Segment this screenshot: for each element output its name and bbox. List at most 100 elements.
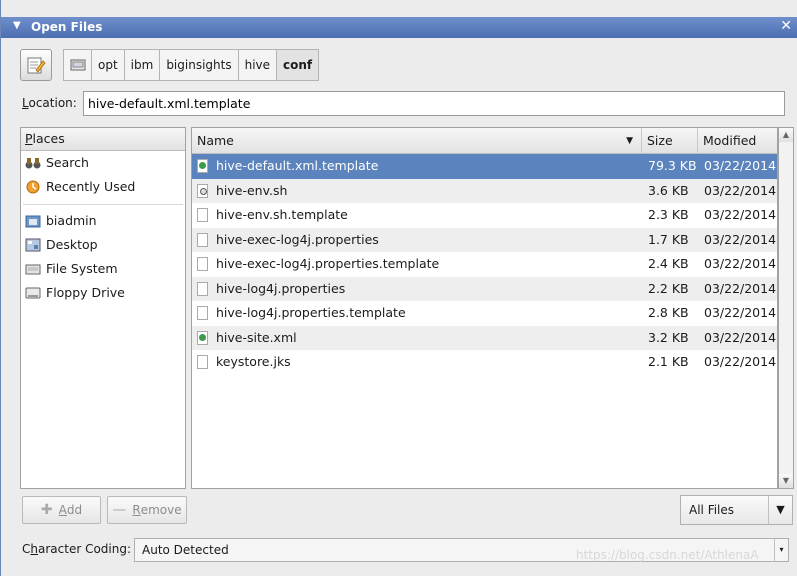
file-name: hive-default.xml.template [216, 158, 379, 173]
coding-selected-value: Auto Detected [142, 543, 229, 557]
file-size: 2.3 KB [648, 207, 689, 222]
file-modified: 03/22/2014 [704, 329, 777, 345]
home-folder-icon [25, 215, 41, 228]
path-crumb-ibm[interactable]: ibm [123, 49, 160, 81]
file-size: 2.4 KB [648, 256, 689, 271]
place-item-recently-used[interactable]: Recently Used [21, 175, 185, 199]
file-row-hive-exec-log4j-properties[interactable]: hive-exec-log4j.properties 1.7 KB 03/22/… [192, 227, 777, 252]
path-crumb-conf[interactable]: conf [276, 49, 320, 81]
file-name: hive-env.sh [216, 182, 288, 198]
column-header-size[interactable]: Size [642, 128, 698, 154]
path-bar: opt ibm biginsights hive conf [63, 49, 320, 81]
sort-down-icon: ▼ [626, 136, 633, 146]
coding-label-text: aracter Coding: [38, 542, 132, 556]
scroll-down-icon[interactable]: ▼ [779, 474, 793, 488]
places-pane: Places Search Recently Used biadmin Desk… [20, 127, 186, 489]
path-crumb-hive[interactable]: hive [237, 49, 277, 81]
file-modified: 03/22/2014 [704, 158, 777, 173]
file-row-hive-site-xml[interactable]: hive-site.xml 3.2 KB 03/22/2014 [192, 325, 777, 350]
place-label: Search [46, 155, 89, 170]
plus-icon: ✚ [40, 502, 53, 518]
place-item-file-system[interactable]: File System [21, 257, 185, 281]
file-size: 3.6 KB [648, 182, 689, 198]
file-size: 2.1 KB [648, 354, 689, 369]
location-input[interactable] [83, 91, 785, 116]
file-modified: 03/22/2014 [704, 256, 777, 271]
file-size: 2.8 KB [648, 305, 689, 320]
file-size: 2.2 KB [648, 280, 689, 296]
floppy-icon [25, 287, 41, 299]
file-size: 1.7 KB [648, 231, 689, 247]
binoculars-icon [25, 158, 41, 169]
place-item-desktop[interactable]: Desktop [21, 233, 185, 257]
file-name: hive-log4j.properties [216, 280, 346, 296]
text-file-icon [197, 257, 208, 271]
file-row-hive-log4j-properties-template[interactable]: hive-log4j.properties.template 2.8 KB 03… [192, 301, 777, 326]
text-file-icon [197, 281, 208, 296]
column-header-name[interactable]: Name ▼ [192, 128, 642, 154]
file-type-filter-select[interactable]: All Files ▼ [680, 495, 793, 525]
file-name: hive-exec-log4j.properties [216, 231, 379, 247]
column-header-modified[interactable]: Modified [698, 128, 777, 154]
remove-label: emove [140, 503, 182, 517]
coding-label-mnemonic: h [30, 542, 38, 556]
clock-icon [26, 180, 40, 194]
place-item-search[interactable]: Search [21, 151, 185, 175]
window-menu-icon[interactable]: ▼ [13, 20, 21, 31]
place-label: Recently Used [46, 179, 136, 194]
close-icon[interactable]: ✕ [780, 18, 792, 34]
column-header-name-label: Name [197, 133, 234, 148]
file-name: hive-log4j.properties.template [216, 305, 406, 320]
places-header[interactable]: Places [21, 128, 185, 151]
file-row-hive-default-xml-template[interactable]: hive-default.xml.template 79.3 KB 03/22/… [192, 154, 777, 179]
path-crumb-biginsights[interactable]: biginsights [159, 49, 238, 81]
character-coding-label: Character Coding: [22, 542, 131, 556]
file-modified: 03/22/2014 [704, 182, 777, 198]
location-label-text: ocation: [28, 96, 77, 110]
place-item-biadmin[interactable]: biadmin [21, 209, 185, 233]
file-modified: 03/22/2014 [704, 354, 777, 369]
file-size: 3.2 KB [648, 329, 689, 345]
combo-arrow-icon: ▾ [774, 539, 788, 561]
filter-selected-value: All Files [689, 503, 735, 517]
file-name: hive-env.sh.template [216, 207, 348, 222]
drive-icon [70, 59, 85, 71]
file-modified: 03/22/2014 [704, 280, 777, 296]
dropdown-arrow-icon: ▼ [768, 496, 792, 524]
place-label: Floppy Drive [46, 285, 125, 300]
add-bookmark-button[interactable]: ✚ Add [22, 496, 101, 524]
title-bar[interactable]: ▼ Open Files ✕ [1, 17, 797, 38]
file-row-hive-env-sh[interactable]: hive-env.sh 3.6 KB 03/22/2014 [192, 178, 777, 203]
xml-file-icon [197, 159, 208, 173]
place-label: biadmin [46, 213, 97, 228]
file-row-keystore-jks[interactable]: keystore.jks 2.1 KB 03/22/2014 [192, 350, 777, 375]
file-modified: 03/22/2014 [704, 231, 777, 247]
harddisk-icon [25, 264, 41, 275]
place-label: File System [46, 261, 118, 276]
open-files-dialog: ▼ Open Files ✕ opt ibm biginsights hive … [0, 0, 797, 576]
file-name: keystore.jks [216, 354, 291, 369]
file-list: Name ▼ Size Modified hive-default.xml.te… [191, 127, 778, 489]
file-list-scrollbar[interactable]: ▲ ▼ [778, 127, 794, 489]
script-file-icon [197, 183, 208, 198]
remove-bookmark-button[interactable]: — Remove [107, 496, 187, 524]
places-header-text: laces [32, 131, 65, 146]
places-header-mnemonic: P [25, 131, 33, 146]
add-mnemonic: A [58, 503, 67, 517]
edit-location-toggle-button[interactable] [20, 49, 52, 81]
text-file-icon [197, 355, 208, 369]
file-row-hive-env-sh-template[interactable]: hive-env.sh.template 2.3 KB 03/22/2014 [192, 203, 777, 228]
place-label: Desktop [46, 237, 98, 252]
file-list-header: Name ▼ Size Modified [192, 128, 777, 154]
window-title: Open Files [31, 20, 103, 34]
add-label: dd [66, 503, 83, 517]
file-modified: 03/22/2014 [704, 305, 777, 320]
file-row-hive-exec-log4j-properties-template[interactable]: hive-exec-log4j.properties.template 2.4 … [192, 252, 777, 277]
place-item-floppy-drive[interactable]: Floppy Drive [21, 281, 185, 305]
path-crumb-opt[interactable]: opt [91, 49, 124, 81]
scroll-up-icon[interactable]: ▲ [779, 128, 793, 142]
path-root-button[interactable] [63, 49, 91, 81]
xml-file-icon [197, 330, 208, 345]
file-row-hive-log4j-properties[interactable]: hive-log4j.properties 2.2 KB 03/22/2014 [192, 276, 777, 301]
remove-mnemonic: R [132, 503, 141, 517]
